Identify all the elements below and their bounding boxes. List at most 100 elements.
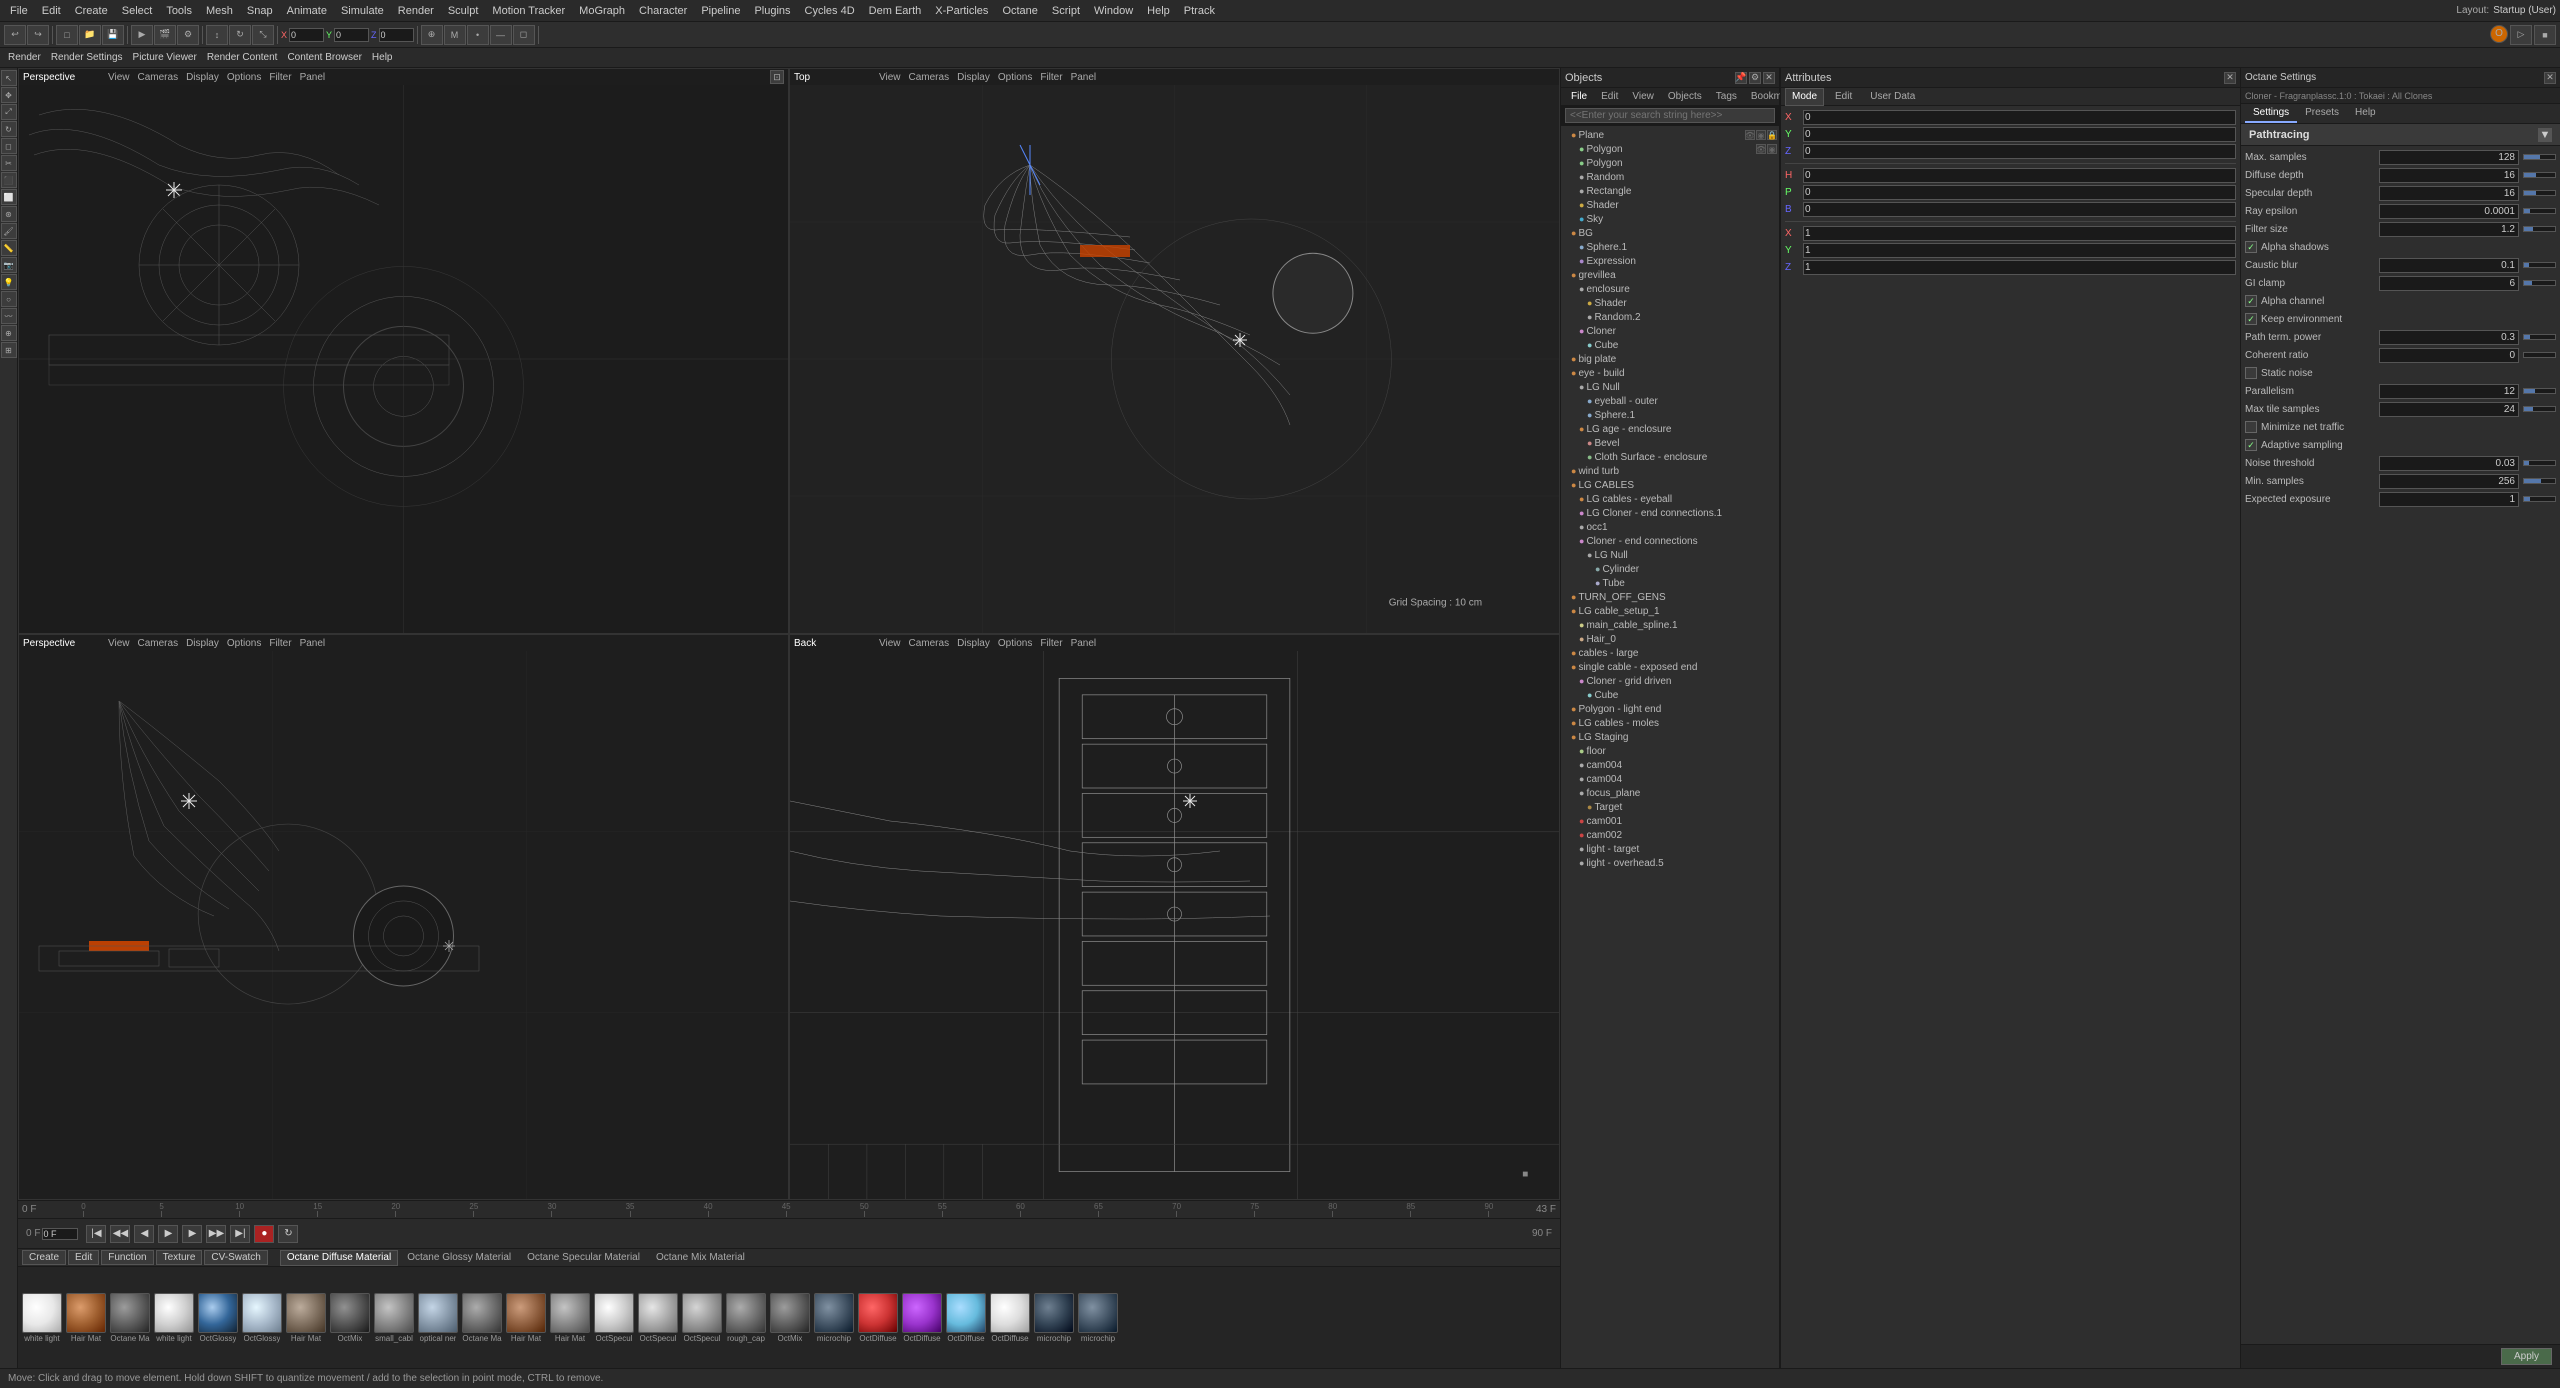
object-tree-item[interactable]: ● eye - build xyxy=(1561,366,1779,380)
vp-tl-maximize[interactable]: ⊡ xyxy=(770,70,784,84)
toolbar-render-view[interactable]: 🎬 xyxy=(154,25,176,45)
object-tree-item[interactable]: ● Sphere.1 xyxy=(1561,240,1779,254)
vp-tr-display[interactable]: Display xyxy=(954,72,993,83)
object-tree-item[interactable]: ● Cloth Surface - enclosure xyxy=(1561,450,1779,464)
lt-camera[interactable]: 📷 xyxy=(1,257,17,273)
attr-x-input[interactable] xyxy=(1803,110,2236,125)
om-tab-edit[interactable]: Edit xyxy=(1595,91,1624,102)
toolbar-save[interactable]: 💾 xyxy=(102,25,124,45)
menu-animate[interactable]: Animate xyxy=(281,3,333,19)
oc-apply-btn[interactable]: Apply xyxy=(2501,1348,2552,1365)
toolbar-move[interactable]: ↕ xyxy=(206,25,228,45)
object-tree-item[interactable]: ● Plane 👁◉🔒 xyxy=(1561,128,1779,142)
vp-tr-panel[interactable]: Panel xyxy=(1068,72,1100,83)
material-swatch[interactable]: optical ner xyxy=(418,1293,458,1343)
object-tree-item[interactable]: ● BG xyxy=(1561,226,1779,240)
help-menu-sec[interactable]: Help xyxy=(368,52,397,63)
menu-character[interactable]: Character xyxy=(633,3,693,19)
vp-tl-cameras[interactable]: Cameras xyxy=(135,72,182,83)
viewport-tl[interactable]: Perspective View Cameras Display Options… xyxy=(18,68,789,634)
attr-sy-input[interactable] xyxy=(1803,243,2236,258)
object-tree-item[interactable]: ● floor xyxy=(1561,744,1779,758)
menu-xparticles[interactable]: X-Particles xyxy=(929,3,994,19)
menu-file[interactable]: File xyxy=(4,3,34,19)
oc-param-value[interactable] xyxy=(2379,258,2519,273)
toolbar-rotate[interactable]: ↻ xyxy=(229,25,251,45)
material-swatch[interactable]: white light xyxy=(22,1293,62,1343)
vp-tl-filter[interactable]: Filter xyxy=(266,72,294,83)
object-tree-item[interactable]: ● Target xyxy=(1561,800,1779,814)
material-swatch[interactable]: OctGlossy xyxy=(242,1293,282,1343)
anim-last-frame[interactable]: ▶| xyxy=(230,1225,250,1243)
mat-tab-mix[interactable]: Octane Mix Material xyxy=(649,1250,752,1266)
toolbar-render-icon2[interactable]: ▷ xyxy=(2510,25,2532,45)
object-tree-item[interactable]: ● enclosure xyxy=(1561,282,1779,296)
mat-tab-glossy[interactable]: Octane Glossy Material xyxy=(400,1250,518,1266)
lt-bend[interactable]: 〰 xyxy=(1,308,17,324)
mat-tab-specular[interactable]: Octane Specular Material xyxy=(520,1250,647,1266)
oc-param-value[interactable] xyxy=(2379,276,2519,291)
object-tree-item[interactable]: ● Cylinder xyxy=(1561,562,1779,576)
oc-param-value[interactable] xyxy=(2379,168,2519,183)
vp-br-options[interactable]: Options xyxy=(995,638,1035,649)
vp-bl-filter[interactable]: Filter xyxy=(266,638,294,649)
object-tree-item[interactable]: ● wind turb xyxy=(1561,464,1779,478)
anim-record[interactable]: ● xyxy=(254,1225,274,1243)
lt-brush[interactable]: 🖌 xyxy=(1,223,17,239)
oc-slider[interactable] xyxy=(2523,208,2556,214)
menu-help[interactable]: Help xyxy=(1141,3,1176,19)
coord-y-input[interactable] xyxy=(334,28,369,42)
oc-param-value[interactable] xyxy=(2379,456,2519,471)
attr-p-input[interactable] xyxy=(1803,185,2236,200)
material-swatch[interactable]: Hair Mat xyxy=(506,1293,546,1343)
material-swatch[interactable]: OctSpecul xyxy=(682,1293,722,1343)
vp-bl-cameras[interactable]: Cameras xyxy=(135,638,182,649)
om-badge-render[interactable]: ◉ xyxy=(1767,144,1777,154)
vp-tl-display[interactable]: Display xyxy=(183,72,222,83)
oc-slider[interactable] xyxy=(2523,496,2556,502)
menu-motiontracker[interactable]: Motion Tracker xyxy=(486,3,571,19)
lt-cloner[interactable]: ⊞ xyxy=(1,342,17,358)
oc-slider[interactable] xyxy=(2523,478,2556,484)
vp-bl-panel[interactable]: Panel xyxy=(297,638,329,649)
attr-tab-userdata[interactable]: User Data xyxy=(1863,88,1922,106)
oc-slider[interactable] xyxy=(2523,280,2556,286)
vp-bl-view[interactable]: View xyxy=(105,638,133,649)
menu-ptrack[interactable]: Ptrack xyxy=(1178,3,1221,19)
object-tree-item[interactable]: ● cables - large xyxy=(1561,646,1779,660)
menu-select[interactable]: Select xyxy=(116,3,159,19)
vp-bl-options[interactable]: Options xyxy=(224,638,264,649)
oc-param-value[interactable] xyxy=(2379,474,2519,489)
attr-sx-input[interactable] xyxy=(1803,226,2236,241)
oc-checkbox[interactable]: ✓ xyxy=(2245,241,2257,253)
toolbar-render[interactable]: ▶ xyxy=(131,25,153,45)
attr-tab-mode[interactable]: Mode xyxy=(1785,88,1824,106)
toolbar-edge-mode[interactable]: — xyxy=(490,25,512,45)
mat-function-btn[interactable]: Function xyxy=(101,1250,153,1265)
lt-select[interactable]: ↖ xyxy=(1,70,17,86)
object-tree-item[interactable]: ● Hair_0 xyxy=(1561,632,1779,646)
oc-tab-settings[interactable]: Settings xyxy=(2245,105,2297,123)
object-tree-item[interactable]: ● Shader xyxy=(1561,296,1779,310)
attr-tab-edit[interactable]: Edit xyxy=(1828,88,1859,106)
oc-slider[interactable] xyxy=(2523,226,2556,232)
object-tree-item[interactable]: ● LG cables - moles xyxy=(1561,716,1779,730)
material-swatch[interactable]: OctDiffuse xyxy=(902,1293,942,1343)
om-tab-tags[interactable]: Tags xyxy=(1710,91,1743,102)
vp-br-filter[interactable]: Filter xyxy=(1037,638,1065,649)
object-tree-item[interactable]: ● eyeball - outer xyxy=(1561,394,1779,408)
menu-sculpt[interactable]: Sculpt xyxy=(442,3,485,19)
menu-cycles4d[interactable]: Cycles 4D xyxy=(799,3,861,19)
mat-create-btn[interactable]: Create xyxy=(22,1250,66,1265)
object-tree-item[interactable]: ● main_cable_spline.1 xyxy=(1561,618,1779,632)
viewport-bl[interactable]: Perspective View Cameras Display Options… xyxy=(18,634,789,1200)
oc-param-value[interactable] xyxy=(2379,222,2519,237)
object-tree-item[interactable]: ● Cloner - end connections xyxy=(1561,534,1779,548)
object-tree-item[interactable]: ● Bevel xyxy=(1561,436,1779,450)
toolbar-scale[interactable]: ⤡ xyxy=(252,25,274,45)
menu-create[interactable]: Create xyxy=(69,3,114,19)
oc-tab-presets[interactable]: Presets xyxy=(2297,105,2347,123)
toolbar-poly-mode[interactable]: ◻ xyxy=(513,25,535,45)
oc-param-value[interactable] xyxy=(2379,330,2519,345)
object-tree-item[interactable]: ● LG Null xyxy=(1561,548,1779,562)
